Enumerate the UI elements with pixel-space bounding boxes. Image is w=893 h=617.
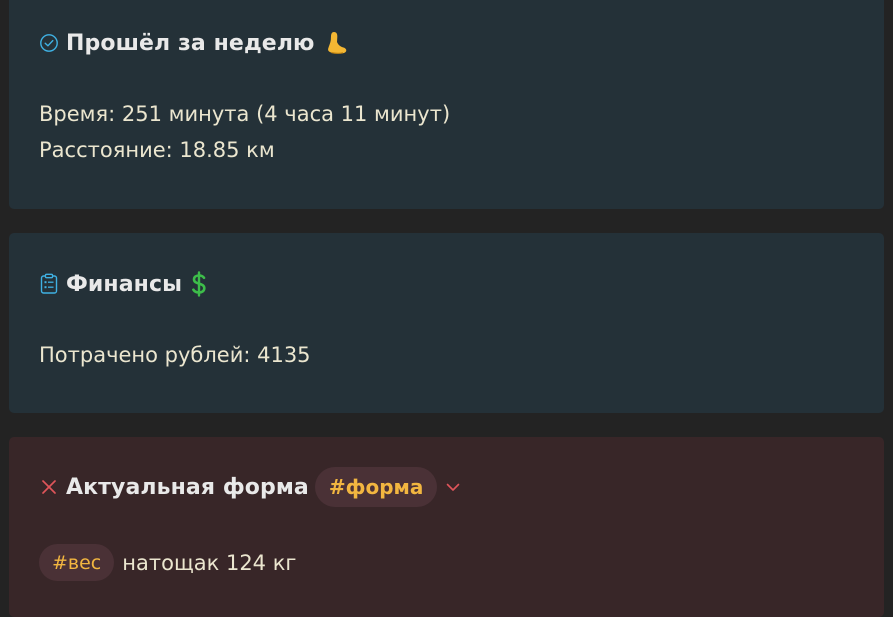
clipboard-list-icon[interactable] xyxy=(38,273,60,295)
finance-card: Финансы Потрачено рублей: 4135 xyxy=(9,233,884,413)
walk-card: Прошёл за неделю Время: 251 минута (4 ча… xyxy=(9,0,884,209)
form-title-row: Актуальная форма #форма xyxy=(38,467,461,507)
walk-title: Прошёл за неделю xyxy=(66,30,315,56)
form-tag[interactable]: #форма xyxy=(314,467,438,507)
weight-tag[interactable]: #вес xyxy=(39,544,115,581)
foot-icon xyxy=(323,30,349,56)
finance-title-row: Финансы xyxy=(38,264,208,304)
weight-row: #вес натощак 124 кг xyxy=(39,544,296,581)
check-circle-icon[interactable] xyxy=(38,32,60,54)
finance-spent-text: Потрачено рублей: 4135 xyxy=(39,343,311,367)
form-title: Актуальная форма xyxy=(66,474,309,500)
walk-title-row: Прошёл за неделю xyxy=(38,23,349,63)
finance-title: Финансы xyxy=(66,271,183,297)
weight-text: натощак 124 кг xyxy=(122,550,297,575)
walk-time-text: Время: 251 минута (4 часа 11 минут) xyxy=(39,102,451,126)
form-card: Актуальная форма #форма #вес натощак 124… xyxy=(9,437,884,617)
close-icon[interactable] xyxy=(38,476,60,498)
walk-distance-text: Расстояние: 18.85 км xyxy=(39,138,275,162)
dollar-sign-icon xyxy=(190,271,208,297)
chevron-down-icon[interactable] xyxy=(445,481,461,493)
